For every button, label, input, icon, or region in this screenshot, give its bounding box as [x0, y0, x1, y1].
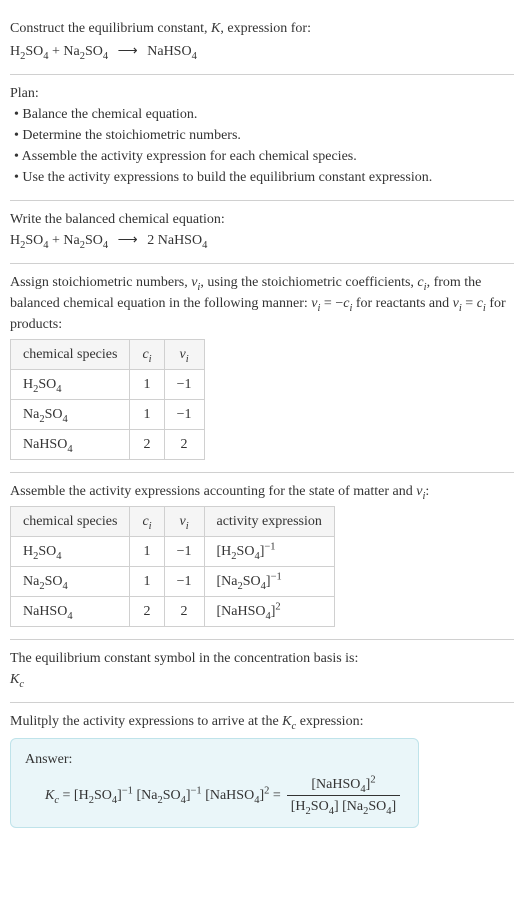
activity-section: Assemble the activity expressions accoun…: [10, 473, 514, 640]
col-ci: ci: [130, 507, 164, 537]
answer-fraction: [NaHSO4]2 [H2SO4] [Na2SO4]: [287, 774, 400, 817]
balanced-section: Write the balanced chemical equation: H2…: [10, 201, 514, 264]
kc-intro: The equilibrium constant symbol in the c…: [10, 648, 514, 669]
table-row: NaHSO4 2 2 [NaHSO4]2: [11, 597, 335, 627]
col-activity: activity expression: [204, 507, 334, 537]
cell-ci: 1: [130, 567, 164, 597]
table-row: NaHSO4 2 2: [11, 430, 205, 460]
plan-item: • Balance the chemical equation.: [14, 104, 514, 125]
answer-section: Mulitply the activity expressions to arr…: [10, 703, 514, 828]
col-species: chemical species: [11, 340, 130, 370]
cell-vi: −1: [164, 400, 204, 430]
answer-label: Answer:: [25, 749, 404, 770]
kc-symbol: Kc: [10, 669, 514, 690]
plan-heading: Plan:: [10, 83, 514, 104]
answer-expression: Kc = [H2SO4]−1 [Na2SO4]−1 [NaHSO4]2 = [N…: [45, 774, 404, 817]
plan-item: • Determine the stoichiometric numbers.: [14, 125, 514, 146]
cell-species: NaHSO4: [11, 430, 130, 460]
table-row: Na2SO4 1 −1 [Na2SO4]−1: [11, 567, 335, 597]
cell-species: H2SO4: [11, 370, 130, 400]
cell-ci: 2: [130, 430, 164, 460]
table-row: H2SO4 1 −1 [H2SO4]−1: [11, 537, 335, 567]
table-row: H2SO4 1 −1: [11, 370, 205, 400]
cell-ci: 1: [130, 370, 164, 400]
cell-activity: [H2SO4]−1: [204, 537, 334, 567]
kc-symbol-section: The equilibrium constant symbol in the c…: [10, 640, 514, 703]
fraction-denominator: [H2SO4] [Na2SO4]: [287, 796, 400, 817]
cell-vi: −1: [164, 567, 204, 597]
cell-ci: 2: [130, 597, 164, 627]
stoich-intro: Assign stoichiometric numbers, νi, using…: [10, 272, 514, 335]
cell-activity: [Na2SO4]−1: [204, 567, 334, 597]
answer-box: Answer: Kc = [H2SO4]−1 [Na2SO4]−1 [NaHSO…: [10, 738, 419, 828]
balanced-equation: H2SO4 + Na2SO4 ⟶ 2 NaHSO4: [10, 230, 514, 251]
col-ci: ci: [130, 340, 164, 370]
balanced-heading: Write the balanced chemical equation:: [10, 209, 514, 230]
table-header-row: chemical species ci νi activity expressi…: [11, 507, 335, 537]
cell-species: NaHSO4: [11, 597, 130, 627]
col-vi: νi: [164, 340, 204, 370]
activity-intro: Assemble the activity expressions accoun…: [10, 481, 514, 502]
multiply-intro: Mulitply the activity expressions to arr…: [10, 711, 514, 732]
unbalanced-equation: H2SO4 + Na2SO4 ⟶ NaHSO4: [10, 41, 514, 62]
col-species: chemical species: [11, 507, 130, 537]
cell-vi: −1: [164, 537, 204, 567]
plan-item: • Use the activity expressions to build …: [14, 167, 514, 188]
cell-ci: 1: [130, 400, 164, 430]
cell-species: Na2SO4: [11, 400, 130, 430]
stoich-table: chemical species ci νi H2SO4 1 −1 Na2SO4…: [10, 339, 205, 460]
cell-species: Na2SO4: [11, 567, 130, 597]
stoich-section: Assign stoichiometric numbers, νi, using…: [10, 264, 514, 473]
col-vi: νi: [164, 507, 204, 537]
plan-item: • Assemble the activity expression for e…: [14, 146, 514, 167]
plan-section: Plan: • Balance the chemical equation. •…: [10, 75, 514, 201]
table-row: Na2SO4 1 −1: [11, 400, 205, 430]
cell-ci: 1: [130, 537, 164, 567]
prompt-section: Construct the equilibrium constant, K, e…: [10, 10, 514, 75]
prompt-title: Construct the equilibrium constant, K, e…: [10, 18, 514, 39]
cell-vi: 2: [164, 597, 204, 627]
cell-vi: −1: [164, 370, 204, 400]
fraction-numerator: [NaHSO4]2: [287, 774, 400, 796]
cell-vi: 2: [164, 430, 204, 460]
table-header-row: chemical species ci νi: [11, 340, 205, 370]
cell-species: H2SO4: [11, 537, 130, 567]
answer-lhs: Kc = [H2SO4]−1 [Na2SO4]−1 [NaHSO4]2 =: [45, 785, 281, 806]
cell-activity: [NaHSO4]2: [204, 597, 334, 627]
activity-table: chemical species ci νi activity expressi…: [10, 506, 335, 627]
